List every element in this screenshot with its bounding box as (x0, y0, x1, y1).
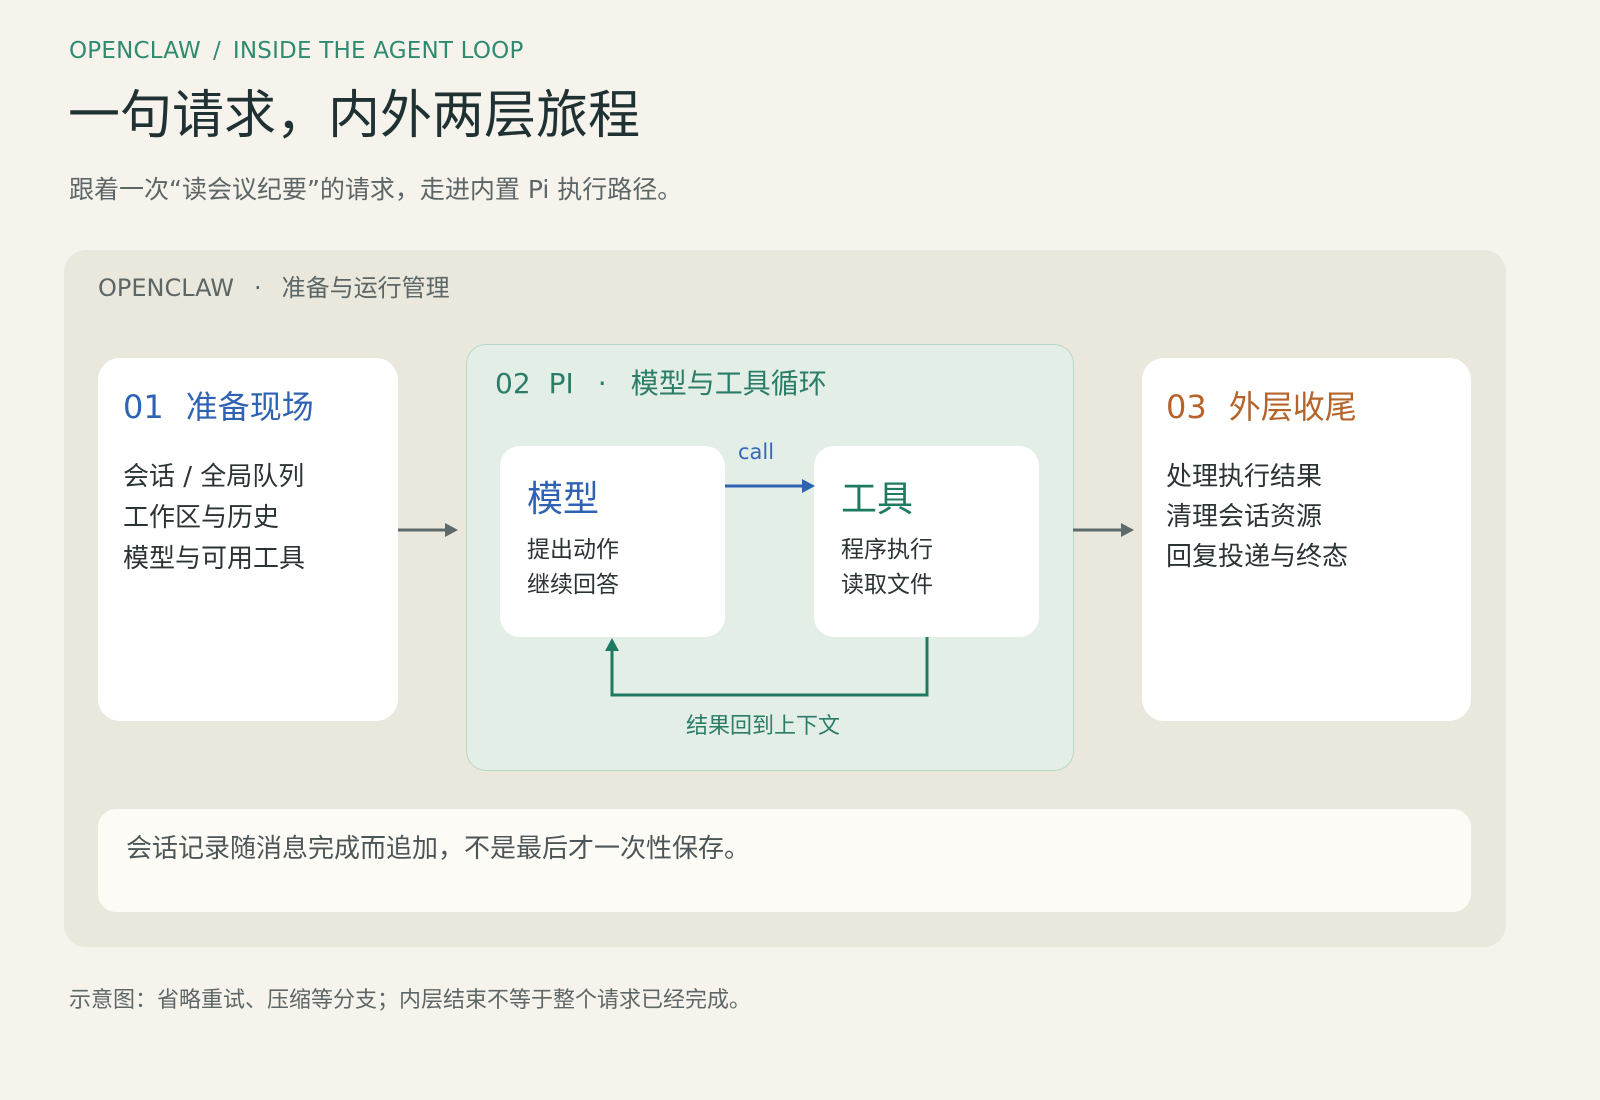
tool-line: 读取文件 (841, 572, 933, 598)
model-line: 提出动作 (527, 537, 619, 563)
page-subtitle: 跟着一次“读会议纪要”的请求，走进内置 Pi 执行路径。 (69, 175, 683, 204)
model-lines: 提出动作 继续回答 (527, 533, 619, 603)
breadcrumb-root: OPENCLAW (69, 38, 201, 64)
pi-desc: 模型与工具循环 (630, 367, 827, 400)
outer-panel-label: OPENCLAW · 准备与运行管理 (98, 268, 450, 303)
model-line: 继续回答 (527, 572, 619, 598)
stage-03-line: 回复投递与终态 (1166, 542, 1349, 572)
stage-01-line: 工作区与历史 (123, 503, 280, 533)
stage-03-lines: 处理执行结果 清理会话资源 回复投递与终态 (1166, 457, 1348, 577)
pi-number: 02 (495, 367, 531, 400)
breadcrumb-current: INSIDE THE AGENT LOOP (232, 38, 524, 64)
pi-dot: · (597, 367, 607, 400)
model-title: 模型 (527, 479, 600, 520)
loop-back-label: 结果回到上下文 (686, 714, 841, 739)
stage-03-title: 03 外层收尾 (1166, 382, 1357, 428)
outer-dot: · (254, 274, 262, 302)
tool-lines: 程序执行 读取文件 (841, 533, 933, 603)
tool-title: 工具 (841, 479, 914, 520)
pi-panel-label: 02 PI · 模型与工具循环 (495, 362, 827, 402)
stage-03-number: 03 (1166, 388, 1207, 426)
tool-line: 程序执行 (841, 537, 933, 563)
page-title: 一句请求，内外两层旅程 (68, 86, 641, 146)
stage-01-lines: 会话 / 全局队列 工作区与历史 模型与可用工具 (123, 457, 305, 580)
stage-01-line: 会话 / 全局队列 (123, 462, 305, 492)
note-text: 会话记录随消息完成而追加，不是最后才一次性保存。 (126, 834, 751, 864)
outer-desc: 准备与运行管理 (281, 274, 450, 302)
footnote: 示意图：省略重试、压缩等分支；内层结束不等于整个请求已经完成。 (69, 988, 752, 1013)
stage-01-number: 01 (123, 388, 164, 426)
call-label: call (738, 440, 775, 464)
stage-01-title: 01 准备现场 (123, 382, 314, 428)
stage-03-label: 外层收尾 (1228, 388, 1357, 426)
breadcrumb-separator: / (212, 38, 221, 64)
breadcrumb: OPENCLAW / INSIDE THE AGENT LOOP (69, 38, 524, 64)
stage-01-label: 准备现场 (185, 388, 314, 426)
outer-name: OPENCLAW (98, 274, 234, 302)
stage-03-line: 处理执行结果 (1166, 462, 1323, 492)
pi-name: PI (548, 367, 574, 400)
stage-01-line: 模型与可用工具 (123, 544, 306, 574)
stage-03-line: 清理会话资源 (1166, 502, 1323, 532)
